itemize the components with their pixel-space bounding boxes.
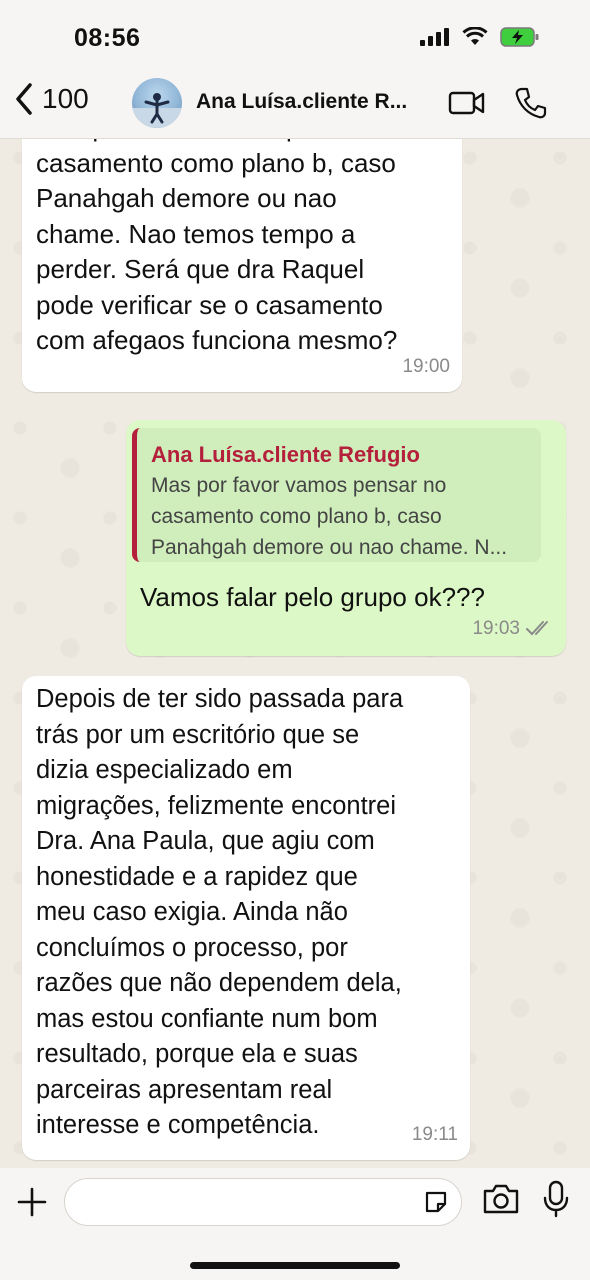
status-bar: 08:56 [0,0,590,68]
back-chevron-icon [16,83,32,115]
avatar[interactable] [132,78,182,128]
quoted-message[interactable]: Ana Luísa.cliente Refugio Mas por favor … [132,428,541,562]
camera-icon[interactable] [482,1182,520,1216]
double-check-icon [526,621,548,636]
home-indicator[interactable] [190,1262,400,1269]
message-time: 19:00 [402,355,450,377]
wifi-icon [462,27,488,45]
chat-header: 100 Ana Luísa.cliente R... [0,68,590,139]
status-time: 08:56 [74,24,141,52]
message-meta: 19:03 [472,611,554,647]
message-bubble-incoming[interactable]: Depois de ter sido passada para trás por… [22,676,470,1160]
message-input[interactable] [64,1178,462,1226]
message-meta: 19:00 [402,349,450,385]
message-text: Depois de ter sido passada para trás por… [36,685,404,1139]
battery-charging-icon [500,27,539,47]
unread-count: 100 [42,83,89,114]
back-button[interactable]: 100 [14,82,89,116]
message-text: Vamos falar pelo grupo ok??? [140,582,485,612]
plus-icon[interactable] [16,1186,48,1218]
phone-call-icon[interactable] [514,86,548,120]
message-time: 19:03 [472,617,520,639]
message-time: 19:11 [411,1123,458,1145]
microphone-icon[interactable] [542,1180,570,1218]
status-icons [420,26,540,48]
chat-area[interactable]: Mas por favor vamos pensar no casamento … [0,138,590,1168]
quoted-text: Mas por favor vamos pensar no casamento … [151,474,508,559]
message-bubble-incoming[interactable]: Mas por favor vamos pensar no casamento … [22,138,462,392]
quoted-author: Ana Luísa.cliente Refugio [151,442,420,467]
signal-icon [420,28,449,46]
sticker-icon[interactable] [423,1189,449,1215]
video-call-icon[interactable] [448,88,486,118]
avatar-image [132,93,182,128]
message-meta: 19:11 [412,1117,458,1153]
contact-name[interactable]: Ana Luísa.cliente R... [196,90,436,114]
message-text: Mas por favor vamos pensar no casamento … [36,138,402,355]
message-bubble-outgoing[interactable]: Ana Luísa.cliente Refugio Mas por favor … [126,420,566,656]
